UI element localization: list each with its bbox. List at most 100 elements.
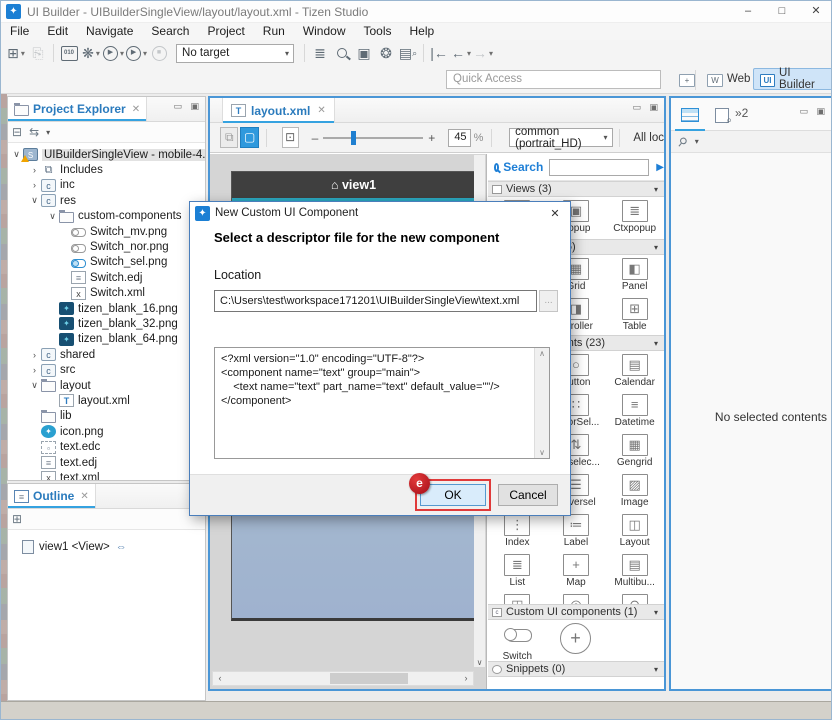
add-custom-component-button[interactable]: +	[560, 623, 591, 654]
tree-chevron-icon[interactable]: ›	[28, 180, 41, 190]
close-tab-icon[interactable]: ✕	[80, 491, 88, 502]
zoom-value-input[interactable]: 45	[448, 129, 470, 147]
palette-item-switch[interactable]: Switch	[488, 620, 547, 660]
tree-item[interactable]: › Includes	[8, 162, 205, 177]
target-combo[interactable]: No target▾	[176, 44, 294, 63]
tree-chevron-icon[interactable]: ›	[28, 365, 41, 375]
palette-item[interactable]: Datetime	[605, 391, 664, 431]
palette-item[interactable]: Ctxpopup	[605, 197, 664, 237]
scroll-left-icon[interactable]: ‹	[213, 672, 227, 685]
tree-item[interactable]: ∨ custom-components	[8, 209, 205, 224]
more-tabs-indicator[interactable]: »2	[735, 106, 748, 120]
close-tab-icon[interactable]: ✕	[317, 105, 325, 116]
tree-item[interactable]: › src	[8, 362, 205, 377]
menu-item[interactable]: Edit	[38, 23, 77, 40]
tree-item[interactable]: Switch_sel.png	[8, 255, 205, 270]
cancel-button[interactable]: Cancel	[498, 484, 558, 506]
scroll-right-icon[interactable]: ›	[459, 672, 473, 685]
browse-button[interactable]: ...	[539, 290, 558, 312]
menu-item[interactable]: Search	[142, 23, 198, 40]
emulator-manager-button[interactable]: ▣	[354, 43, 374, 63]
tree-item[interactable]: › shared	[8, 347, 205, 362]
tree-item[interactable]: Switch.edj	[8, 270, 205, 285]
menu-item[interactable]: Navigate	[77, 23, 142, 40]
tree-item[interactable]: text.edj	[8, 455, 205, 470]
outline-list-button[interactable]: ≣	[310, 43, 330, 63]
palette-search-input[interactable]	[549, 159, 649, 176]
new-wizard-button[interactable]: ⊞▾	[6, 43, 26, 63]
forward-button[interactable]: →▾	[473, 43, 493, 63]
scroll-up-icon[interactable]: ∧	[535, 349, 549, 358]
save-all-button[interactable]: ⎘	[28, 43, 48, 63]
dynamic-analyzer-button[interactable]	[332, 43, 352, 63]
tree-chevron-icon[interactable]: ∨	[46, 211, 59, 222]
tree-item[interactable]: Switch_nor.png	[8, 239, 205, 254]
link-editor-button[interactable]: ⇆	[29, 125, 39, 139]
tab-layout-xml[interactable]: layout.xml ✕	[222, 98, 335, 123]
tree-item[interactable]: text.edc	[8, 439, 205, 454]
menu-item[interactable]: File	[1, 23, 38, 40]
binary-settings-button[interactable]: 010	[59, 43, 79, 63]
maximize-button[interactable]: □	[765, 1, 799, 23]
tree-item[interactable]: icon.png	[8, 424, 205, 439]
view-header[interactable]: ⌂ view1	[232, 172, 475, 198]
zoom-slider-thumb[interactable]	[351, 131, 356, 145]
tree-item[interactable]: lib	[8, 409, 205, 424]
tree-item[interactable]: tizen_blank_16.png	[8, 301, 205, 316]
tree-chevron-icon[interactable]: ›	[28, 350, 41, 360]
palette-item[interactable]: Label	[547, 511, 606, 551]
xml-scrollbar[interactable]: ∧ ∨	[534, 348, 549, 458]
menu-item[interactable]: Tools	[355, 23, 401, 40]
close-button[interactable]: ✕	[799, 1, 832, 23]
menu-item[interactable]: Project	[198, 23, 253, 40]
resolution-combo[interactable]: common (portrait_HD)▾	[509, 128, 612, 147]
canvas-horizontal-scrollbar[interactable]: ‹ ›	[212, 671, 474, 686]
quick-access-input[interactable]: Quick Access	[446, 70, 661, 89]
design-view-button[interactable]: ▢	[240, 127, 258, 148]
zoom-out-icon[interactable]: –	[307, 131, 324, 145]
descriptor-xml-preview[interactable]: <?xml version="1.0" encoding="UTF-8"?><c…	[214, 347, 550, 459]
section-custom-components[interactable]: c Custom UI components (1) ▾	[488, 604, 664, 620]
view-menu-button[interactable]: ▾	[46, 128, 50, 137]
collapse-all-button[interactable]: ⊟	[12, 125, 22, 139]
scroll-down-icon[interactable]: ∨	[474, 658, 485, 667]
location-input[interactable]: C:\Users\test\workspace171201\UIBuilderS…	[214, 290, 537, 312]
editor-minmax-icons[interactable]: ▭ ▣	[632, 102, 661, 113]
palette-item[interactable]: Index	[488, 511, 547, 551]
tree-item[interactable]: layout.xml	[8, 393, 205, 408]
section-views[interactable]: Views (3) ▾	[488, 181, 664, 197]
palette-item[interactable]: Calendar	[605, 351, 664, 391]
tree-item[interactable]: ∨ layout	[8, 378, 205, 393]
menu-item[interactable]: Run	[254, 23, 294, 40]
tab-outline[interactable]: Outline ✕	[8, 484, 96, 508]
run-button[interactable]: ▶▾	[103, 43, 124, 63]
tree-item[interactable]: tizen_blank_32.png	[8, 316, 205, 331]
last-edit-button[interactable]: |←	[429, 43, 449, 63]
source-view-button[interactable]: ⧉	[220, 127, 238, 148]
debug-button[interactable]: ❋▾	[81, 43, 101, 63]
palette-item[interactable]: Map	[547, 551, 606, 591]
scroll-down-icon[interactable]: ∨	[535, 448, 549, 457]
dialog-close-icon[interactable]: ✕	[540, 207, 570, 220]
palette-item[interactable]: Gengrid	[605, 431, 664, 471]
minimize-button[interactable]: –	[731, 1, 765, 23]
pin-menu-icon[interactable]: ▾	[695, 137, 699, 146]
tree-chevron-icon[interactable]: ∨	[28, 380, 41, 391]
back-button[interactable]: ←▾	[451, 43, 471, 63]
zoom-in-icon[interactable]: +	[423, 131, 440, 145]
tree-chevron-icon[interactable]: ›	[28, 165, 41, 175]
menu-item[interactable]: Help	[401, 23, 444, 40]
palette-item[interactable]	[605, 591, 664, 604]
stop-button[interactable]: ■	[149, 43, 169, 63]
new-page-button[interactable]: ⊞	[12, 512, 22, 526]
tree-item[interactable]: ∨ UIBuilderSingleView - mobile-4.0	[8, 147, 205, 162]
tree-item[interactable]: text.xml	[8, 470, 205, 480]
tree-chevron-icon[interactable]: ∨	[28, 195, 41, 206]
tree-item[interactable]: Switch.xml	[8, 286, 205, 301]
tree-item[interactable]: Switch_mv.png	[8, 224, 205, 239]
api-checker-button[interactable]: ▤⌕	[398, 43, 418, 63]
palette-item[interactable]	[488, 591, 547, 604]
palette-item[interactable]: Image	[605, 471, 664, 511]
tree-item[interactable]: › inc	[8, 178, 205, 193]
menu-item[interactable]: Window	[294, 23, 355, 40]
